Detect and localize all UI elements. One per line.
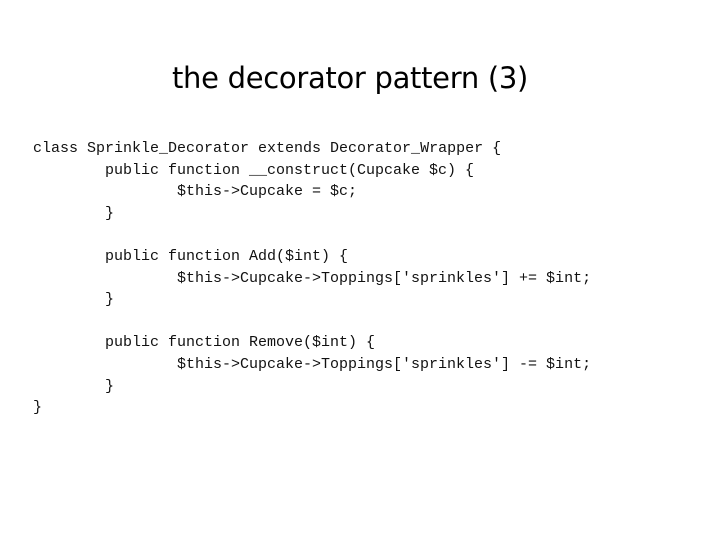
slide-title: the decorator pattern (3) xyxy=(171,61,529,95)
code-line-add-body: $this->Cupcake->Toppings['sprinkles'] +=… xyxy=(177,269,592,287)
code-line-add-signature: public function Add($int) { xyxy=(105,247,349,265)
code-line-constructor-body: $this->Cupcake = $c; xyxy=(177,183,358,201)
code-line-remove-signature: public function Remove($int) { xyxy=(105,334,376,352)
code-line-remove-body: $this->Cupcake->Toppings['sprinkles'] -=… xyxy=(177,355,592,373)
code-line-class-declaration: class Sprinkle_Decorator extends Decorat… xyxy=(33,140,502,157)
code-line-remove-close: } xyxy=(105,377,115,395)
code-line-add-close: } xyxy=(105,291,115,309)
slide: the decorator pattern (3) class Sprinkle… xyxy=(0,0,720,540)
code-line-class-close: } xyxy=(33,399,43,417)
code-line-constructor-signature: public function __construct(Cupcake $c) … xyxy=(105,161,475,179)
code-block: class Sprinkle_Decorator extends Decorat… xyxy=(33,138,591,419)
code-line-constructor-close: } xyxy=(105,204,115,222)
